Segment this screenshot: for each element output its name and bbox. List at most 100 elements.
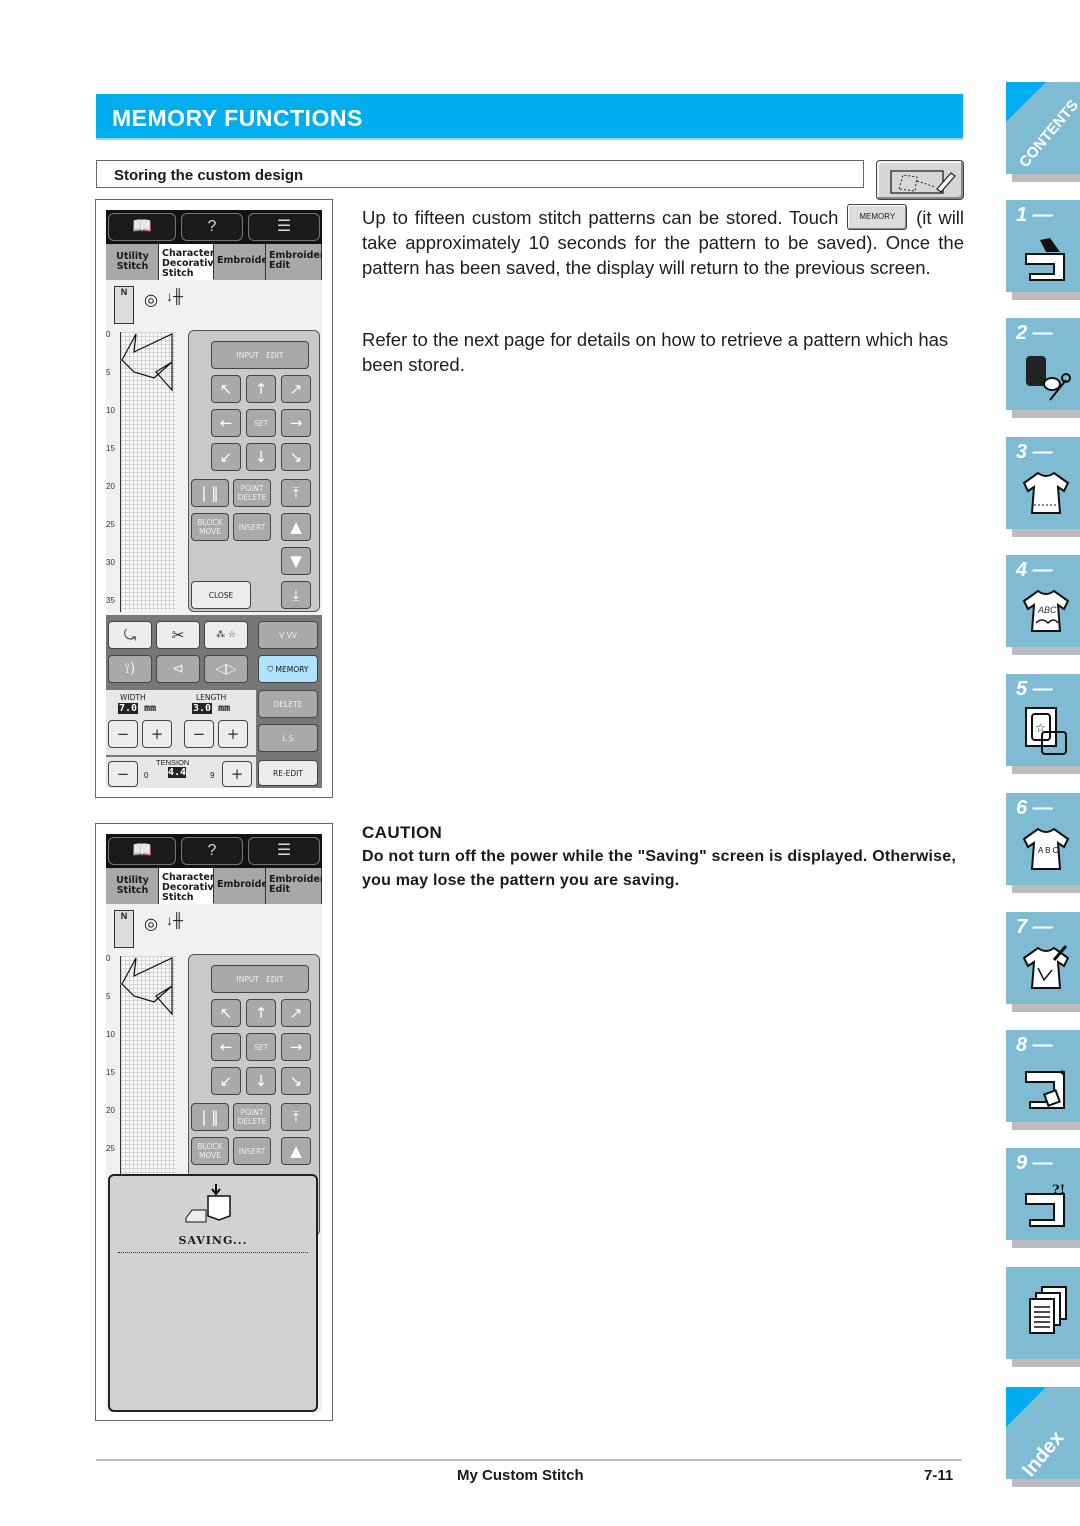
footer-rule — [96, 1459, 962, 1461]
saving-dialog: SAVING... — [108, 1174, 318, 1412]
side-tab-4[interactable]: 4 — ABC — [1006, 555, 1080, 655]
lcd-screen: 📖 ? ☰ Utility Stitch Character Decorativ… — [106, 834, 322, 1412]
side-tab-1[interactable]: 1 — — [1006, 200, 1080, 300]
side-tab-8[interactable]: 8 — ✦ — [1006, 1030, 1080, 1130]
width-value: 7.0 mm — [118, 703, 156, 714]
svg-text:ABC: ABC — [1037, 605, 1057, 615]
mirror-horizontal-icon: ◁▷ — [204, 655, 248, 683]
tab-shadow — [1012, 1479, 1080, 1487]
side-tab-6[interactable]: 6 — A B C — [1006, 793, 1080, 893]
manual-icon: 📖 — [108, 213, 176, 241]
footer-chapter-title: My Custom Stitch — [457, 1467, 584, 1484]
tab-number: 9 — — [1016, 1152, 1053, 1174]
arrow-down-left-icon: ↙ — [211, 443, 241, 471]
side-tab-9[interactable]: 9 — ?! — [1006, 1148, 1080, 1248]
lcd-screen: 📖 ? ☰ Utility Stitch Character Decorativ… — [106, 210, 322, 788]
checklist-icon: ☰ — [248, 213, 320, 241]
lcd-top-bar: 📖 ? ☰ — [106, 210, 322, 244]
index-label: Index — [1018, 1426, 1069, 1482]
ruler-tick: 15 — [106, 1068, 115, 1077]
ruler-tick: 5 — [106, 992, 111, 1001]
caution-heading: CAUTION — [362, 823, 443, 842]
footer-page-number: 7-11 — [924, 1467, 954, 1484]
needle-icon: ↓╫ — [166, 288, 183, 304]
re-edit-button: RE-EDIT — [258, 760, 318, 786]
length-unit: mm — [218, 703, 231, 714]
needle-icon: ↓╫ — [166, 912, 183, 928]
arrow-up-left-icon: ↖ — [211, 999, 241, 1027]
page-up-icon: ▲ — [281, 1137, 311, 1165]
foot-label: N — [120, 911, 128, 921]
length-number: 3.0 — [192, 703, 213, 714]
side-tab-2[interactable]: 2 — — [1006, 318, 1080, 418]
lcd-top-bar: 📖 ? ☰ — [106, 834, 322, 868]
scissors-icon: ✂ — [156, 621, 200, 649]
tab-number: 8 — — [1016, 1034, 1053, 1056]
saving-text: SAVING... — [178, 1234, 248, 1247]
save-to-memory-icon — [185, 1184, 231, 1223]
tab-shadow — [1012, 647, 1080, 655]
help-machine-icon: ? — [181, 837, 243, 865]
ruler-tick: 5 — [106, 368, 111, 377]
tension-box: TENSION − 0 4.4 9 + — [106, 757, 256, 788]
tab-embroidery: Embroidery — [214, 868, 279, 904]
length-plus-button: + — [218, 720, 248, 748]
ruler-tick: 25 — [106, 520, 115, 529]
length-label: LENGTH — [196, 693, 227, 702]
edit-panel: INPUT EDIT ↖ ↑ ↗ ← SET → ↙ ↓ ↘ | ‖ POINT… — [188, 330, 320, 612]
side-tab-3[interactable]: 3 — — [1006, 437, 1080, 537]
set-button: SET — [246, 1033, 276, 1061]
arrow-left-icon: ← — [211, 409, 241, 437]
tab-number: 3 — — [1016, 441, 1053, 463]
tension-value: 4.4 — [168, 767, 187, 778]
side-tab-appendix[interactable] — [1006, 1267, 1080, 1367]
width-label: WIDTH — [120, 693, 146, 702]
arrow-right-icon: → — [281, 1033, 311, 1061]
mirror-vertical-icon: ⊲ — [156, 655, 200, 683]
side-tab-contents[interactable]: CONTENTS — [1006, 82, 1080, 182]
caution-block: CAUTION Do not turn off the power while … — [362, 823, 966, 893]
tab-shadow — [1012, 1359, 1080, 1367]
section-header-band: MEMORY FUNCTIONS — [96, 94, 963, 140]
arrow-up-icon: ↑ — [246, 375, 276, 403]
tab-shadow — [1012, 1122, 1080, 1130]
tab-number: 5 — — [1016, 678, 1053, 700]
twin-needle-icon: V VV — [258, 621, 318, 649]
subheading-box: Storing the custom design — [96, 160, 864, 188]
page-up-icon: ▲ — [281, 513, 311, 541]
tab-shadow — [1012, 885, 1080, 893]
ruler-tick: 35 — [106, 596, 115, 605]
arrow-up-icon: ↑ — [246, 999, 276, 1027]
paragraph-1: Up to fifteen custom stitch patterns can… — [362, 204, 964, 280]
tab-corner — [1006, 82, 1046, 122]
paragraph-2: Refer to the next page for details on ho… — [362, 329, 949, 375]
memory-label: MEMORY — [275, 664, 309, 674]
ruler-tick: 25 — [106, 1144, 115, 1153]
width-plus-button: + — [142, 720, 172, 748]
insert-button: INSERT — [233, 1137, 271, 1165]
tab-shadow — [1012, 766, 1080, 774]
tab-number: 7 — — [1016, 916, 1053, 938]
side-tab-7[interactable]: 7 — — [1006, 912, 1080, 1012]
reverse-stitch-icon: ⤿ — [108, 621, 152, 649]
side-tab-index[interactable]: Index — [1006, 1387, 1080, 1487]
block-move-button: BLOCK MOVE — [191, 1137, 229, 1165]
point-delete-button: POINT DELETE — [233, 1103, 271, 1131]
tab-utility-stitch: Utility Stitch — [106, 868, 159, 904]
thread-scissors-icon — [1026, 356, 1071, 401]
shirt-icon — [1022, 471, 1070, 514]
side-tab-5[interactable]: 5 — ☆ — [1006, 674, 1080, 774]
tab-character-decorative: Character Decorative Stitch — [159, 244, 220, 280]
tab-corner — [1006, 1387, 1046, 1427]
stitch-style-icon: ⁂ ☆ — [204, 621, 248, 649]
tab-number: 1 — — [1016, 204, 1053, 226]
help-machine-icon: ? — [181, 213, 243, 241]
tension-min: 0 — [144, 771, 149, 780]
tab-shadow — [1012, 1240, 1080, 1248]
bobbin-icon: ◎ — [144, 916, 158, 933]
ls-button: L S — [258, 724, 318, 752]
tab-number: 6 — — [1016, 797, 1053, 819]
documents-icon — [1029, 1286, 1067, 1334]
tab-character-decorative: Character Decorative Stitch — [159, 868, 220, 904]
length-value: 3.0 mm — [192, 703, 230, 714]
